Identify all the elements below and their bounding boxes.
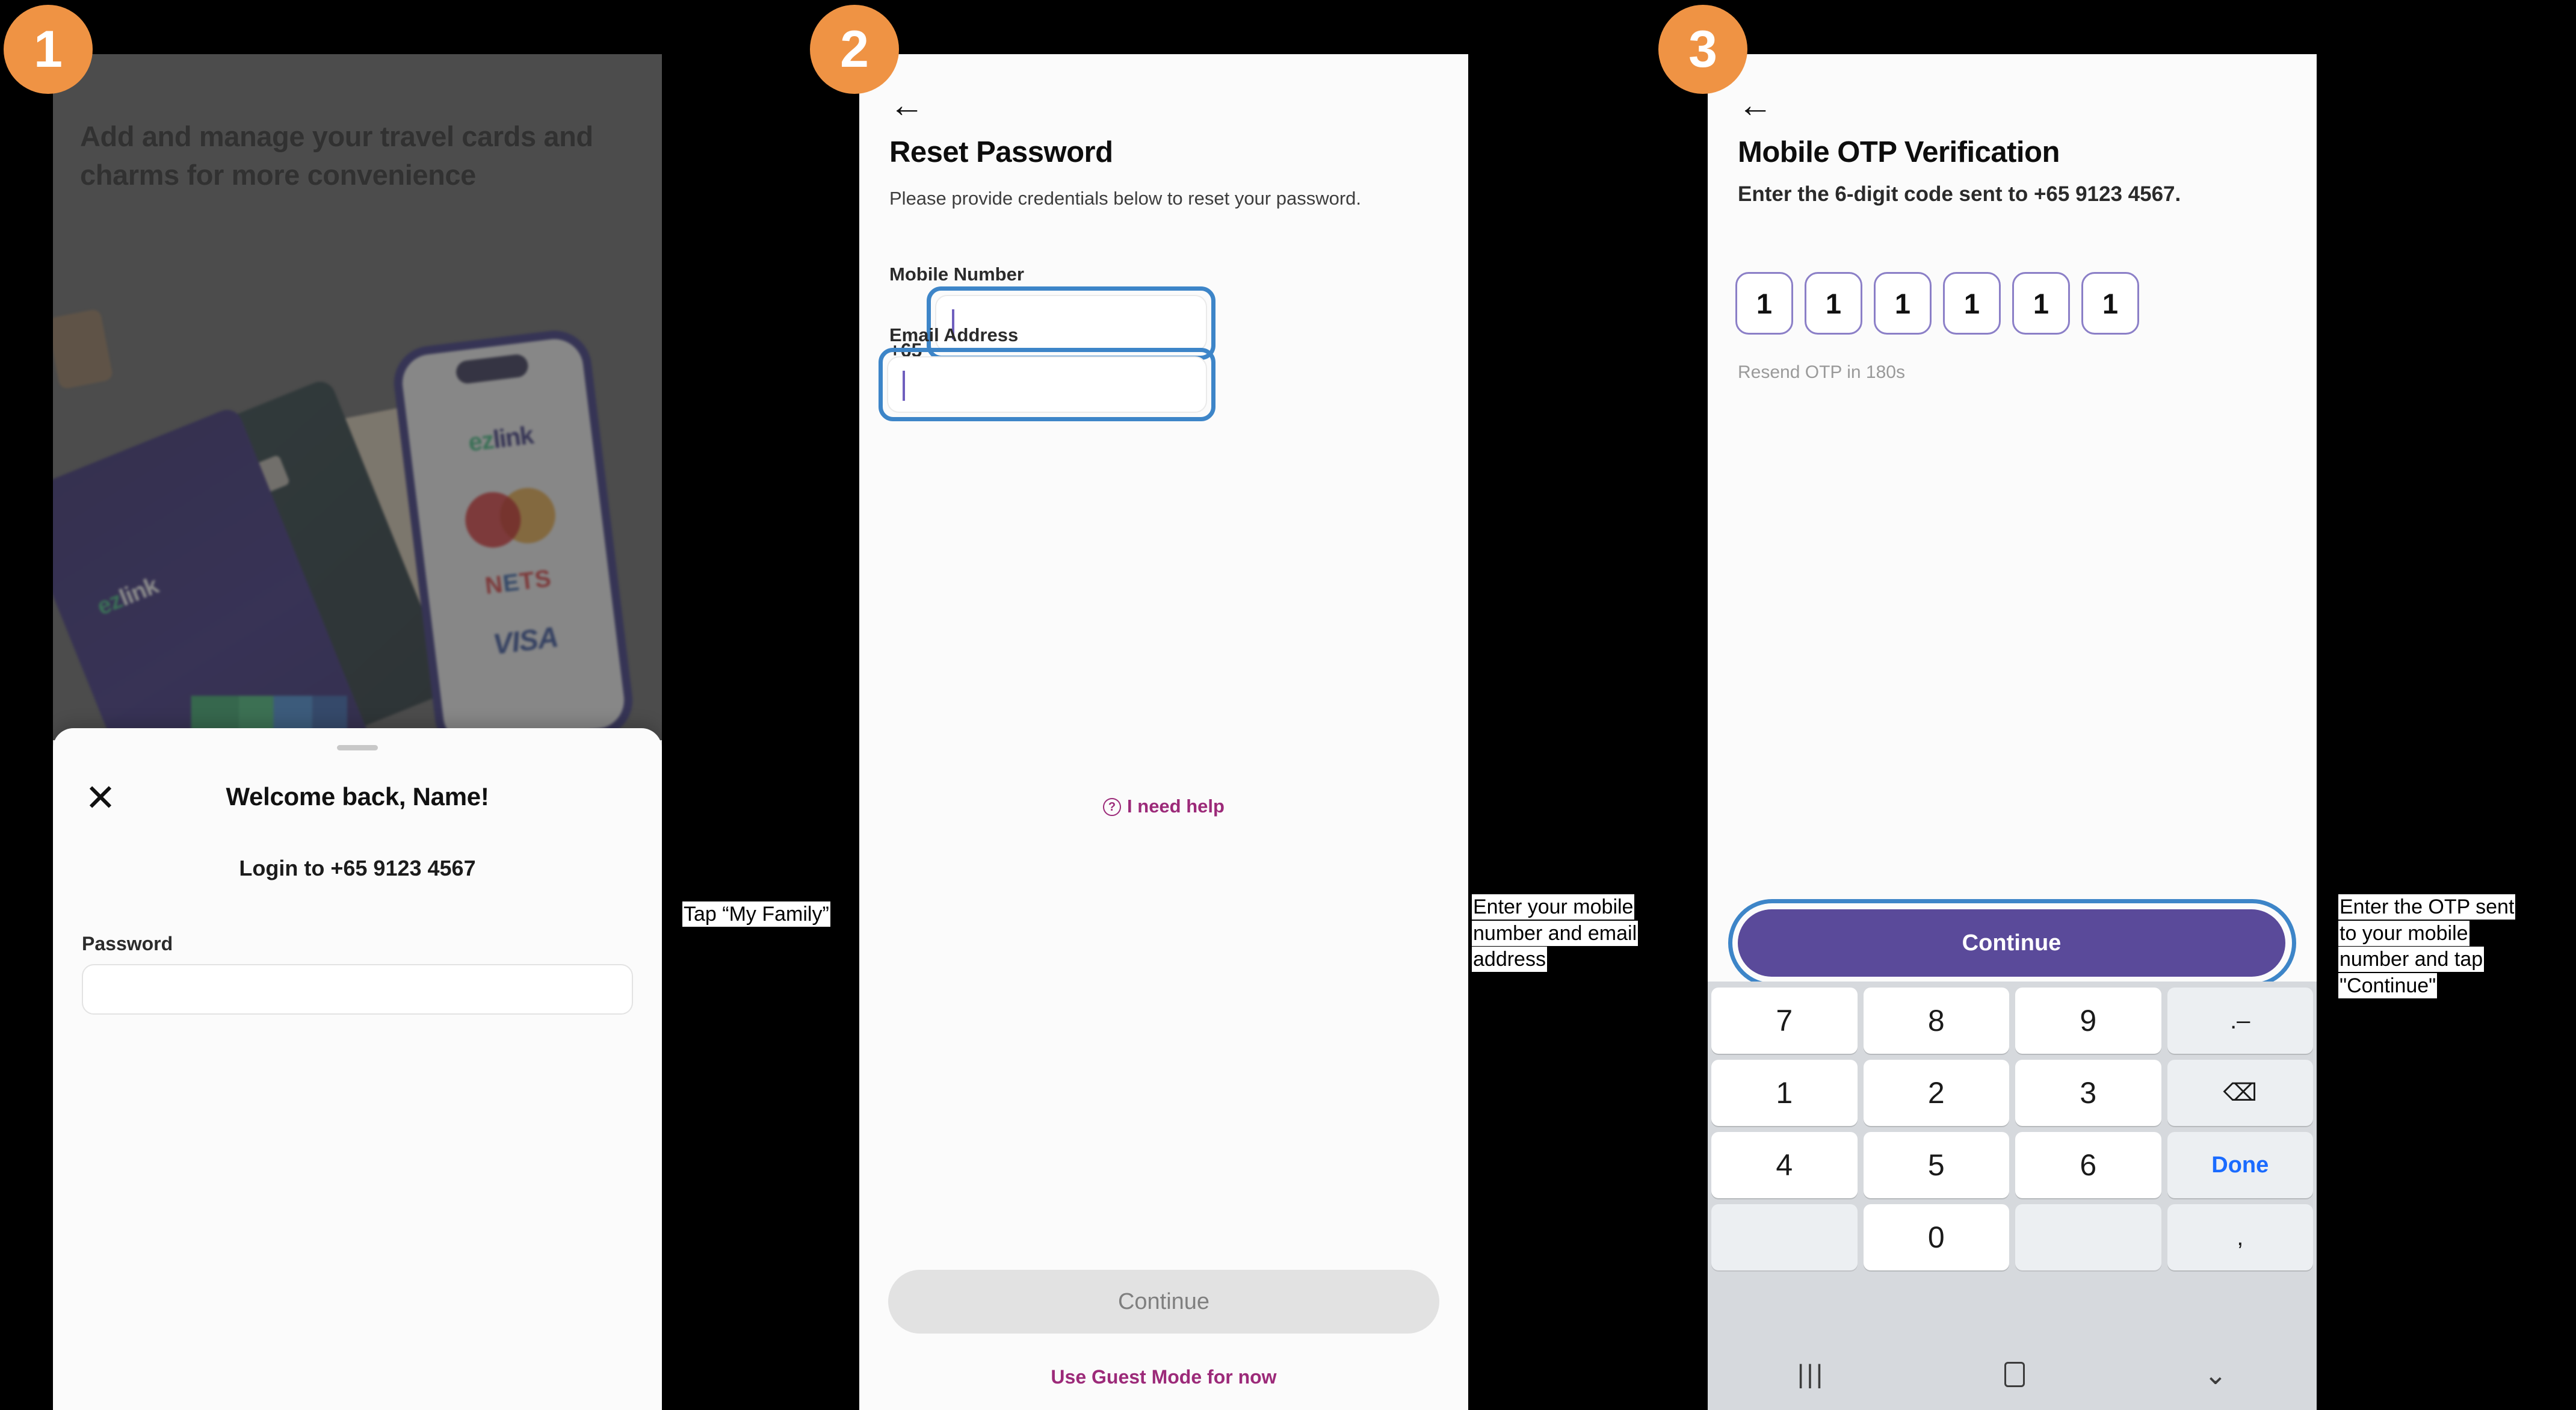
text-caret [903, 371, 905, 401]
panel-reset-password: ← Reset Password Please provide credenti… [859, 54, 1468, 1410]
otp-instruction: Enter the 6-digit code sent to +65 9123 … [1738, 182, 2181, 206]
annotation-step-1: Tap “My Family” [682, 901, 834, 928]
back-arrow-icon[interactable]: ← [1738, 88, 1774, 124]
otp-digit-1[interactable]: 1 [1735, 272, 1793, 335]
numeric-keypad: 7 8 9 .– 1 2 3 ⌫ 4 5 6 Done 0 , ||| ⌄ [1708, 982, 2317, 1410]
continue-button[interactable]: Continue [888, 1270, 1439, 1334]
login-target-text: Login to +65 9123 4567 [239, 856, 476, 880]
panel-otp-verification: ← Mobile OTP Verification Enter the 6-di… [1708, 54, 2317, 1410]
i-need-help-label: I need help [1127, 796, 1225, 817]
home-icon[interactable] [2004, 1362, 2025, 1387]
email-address-label: Email Address [889, 324, 1019, 345]
key-blank-right[interactable] [2015, 1204, 2161, 1270]
key-0[interactable]: 0 [1863, 1204, 2009, 1270]
password-label: Password [82, 933, 173, 954]
key-9[interactable]: 9 [2015, 988, 2161, 1054]
screenshot-stage: Add and manage your travel cards and cha… [0, 0, 2576, 1410]
chevron-down-icon[interactable]: ⌄ [2204, 1358, 2228, 1391]
android-navigation-bar: ||| ⌄ [1708, 1339, 2317, 1410]
login-bottom-sheet: ✕ Welcome back, Name! Login to +65 9123 … [53, 728, 662, 1410]
hero-dim-overlay [53, 54, 662, 740]
annotation-step-3: Enter the OTP sent to your mobile number… [2338, 894, 2533, 999]
guest-mode-link[interactable]: Use Guest Mode for now [859, 1366, 1468, 1388]
key-8[interactable]: 8 [1863, 988, 2009, 1054]
step-badge-3: 3 [1658, 5, 1747, 94]
annotation-text: Tap “My Family” [682, 901, 830, 927]
password-input[interactable] [82, 964, 633, 1015]
sheet-header: ✕ Welcome back, Name! [53, 775, 662, 823]
key-comma[interactable]: , [2167, 1204, 2313, 1270]
question-mark-icon: ? [1103, 798, 1122, 816]
key-5[interactable]: 5 [1863, 1132, 2009, 1198]
otp-digit-4[interactable]: 1 [1943, 272, 2001, 335]
otp-digit-6[interactable]: 1 [2081, 272, 2139, 335]
otp-digit-2[interactable]: 1 [1805, 272, 1862, 335]
resend-otp-timer: Resend OTP in 180s [1738, 362, 1905, 382]
page-title: Mobile OTP Verification [1738, 136, 2060, 169]
key-6[interactable]: 6 [2015, 1132, 2161, 1198]
key-2[interactable]: 2 [1863, 1060, 2009, 1126]
annotation-text: Enter the OTP sent to your mobile number… [2338, 894, 2516, 998]
panel-login: Add and manage your travel cards and cha… [53, 54, 662, 1410]
mobile-number-label: Mobile Number [889, 264, 1024, 285]
otp-input-row: 1 1 1 1 1 1 [1735, 272, 2139, 335]
backspace-icon[interactable]: ⌫ [2167, 1060, 2313, 1126]
key-blank-left[interactable] [1711, 1204, 1858, 1270]
annotation-step-2: Enter your mobile number and email addre… [1472, 894, 1658, 973]
recent-apps-icon[interactable]: ||| [1797, 1359, 1825, 1390]
keypad-grid: 7 8 9 .– 1 2 3 ⌫ 4 5 6 Done 0 , [1711, 988, 2313, 1270]
continue-button[interactable]: Continue [1738, 909, 2285, 977]
email-address-input[interactable] [887, 356, 1207, 413]
step-badge-1: 1 [4, 5, 93, 94]
otp-digit-5[interactable]: 1 [2012, 272, 2070, 335]
annotation-text: Enter your mobile number and email addre… [1472, 894, 1639, 972]
hero-banner: Add and manage your travel cards and cha… [53, 54, 662, 740]
page-subtitle: Please provide credentials below to rese… [889, 188, 1362, 209]
key-7[interactable]: 7 [1711, 988, 1858, 1054]
otp-digit-3[interactable]: 1 [1874, 272, 1932, 335]
back-arrow-icon[interactable]: ← [889, 88, 925, 124]
key-symbols[interactable]: .– [2167, 988, 2313, 1054]
key-3[interactable]: 3 [2015, 1060, 2161, 1126]
page-title: Reset Password [889, 136, 1113, 169]
i-need-help-link[interactable]: ? I need help [859, 796, 1468, 817]
sheet-title: Welcome back, Name! [226, 782, 489, 811]
sheet-grabber-handle[interactable] [337, 745, 378, 750]
done-key[interactable]: Done [2167, 1132, 2313, 1198]
key-4[interactable]: 4 [1711, 1132, 1858, 1198]
key-1[interactable]: 1 [1711, 1060, 1858, 1126]
step-badge-2: 2 [810, 5, 899, 94]
